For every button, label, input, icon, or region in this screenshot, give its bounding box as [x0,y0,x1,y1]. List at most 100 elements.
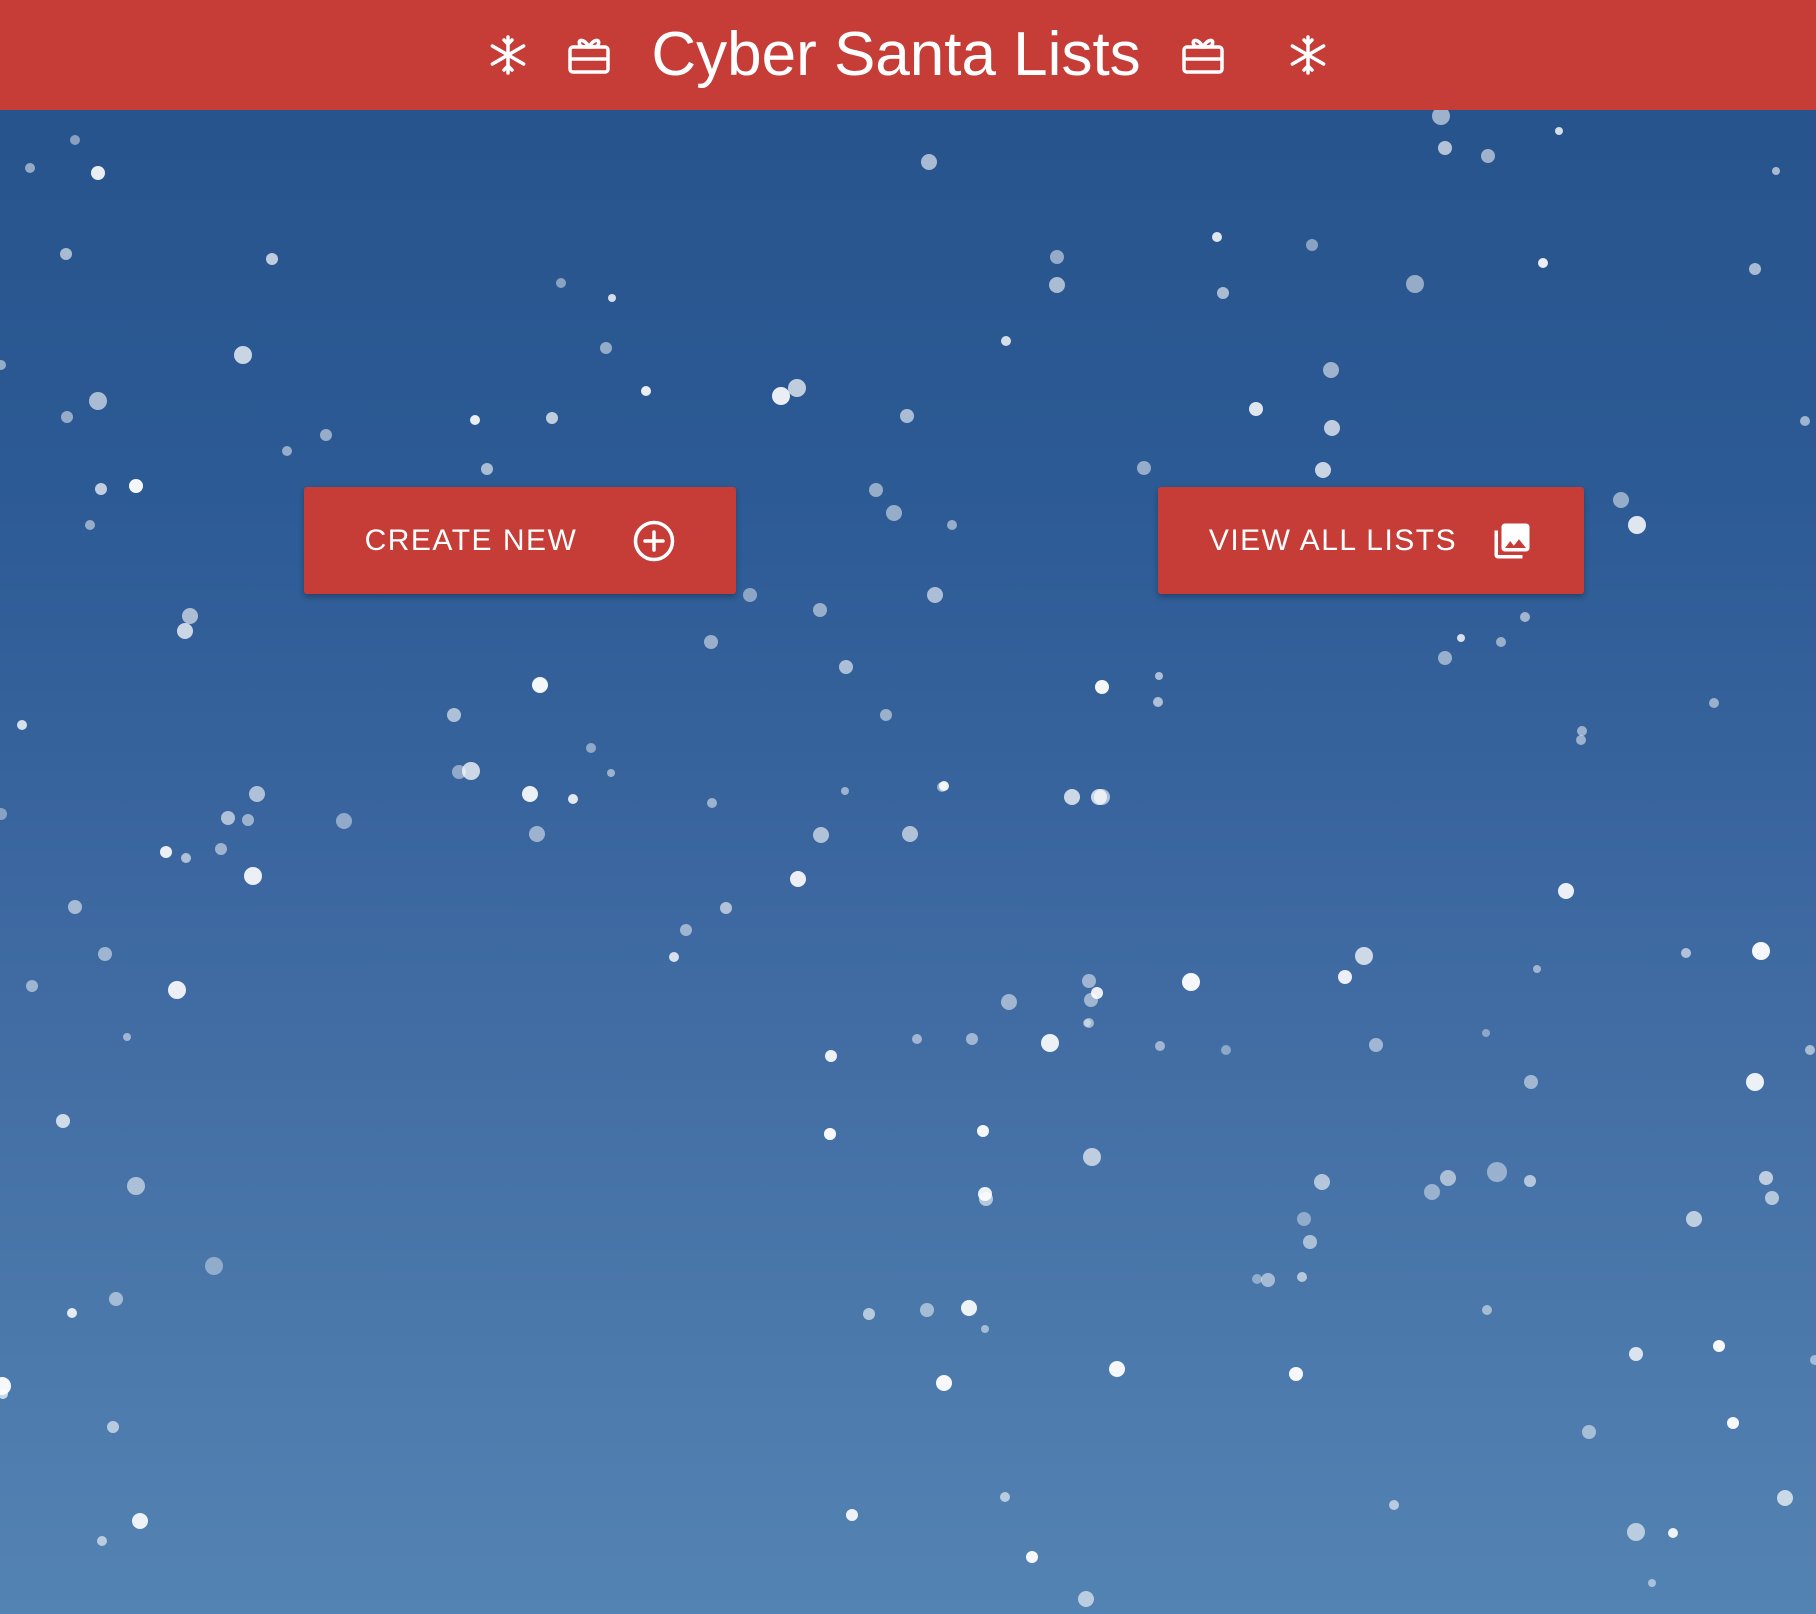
snowflake-dot [608,294,616,302]
snowflake-dot [70,135,80,145]
snowflake-dot [1668,1528,1678,1538]
snowflake-dot [869,483,883,497]
page: Cyber Santa Lists CREATE NEW VIEW ALL LI… [0,0,1816,1614]
snowflake-dot [1155,672,1163,680]
page-title: Cyber Santa Lists [651,20,1141,89]
snowflake-dot [1558,883,1574,899]
snowflake-dot [529,826,545,842]
snowflake-dot [1424,1184,1440,1200]
snowflake-dot [447,708,461,722]
snowflake-dot [1001,336,1011,346]
gift-icon [1181,35,1225,75]
add-circle-icon [633,520,675,562]
snowflake-dot [129,479,143,493]
snowflake-dot [707,798,717,808]
snowflake-dot [1800,416,1810,426]
photo-library-icon [1491,520,1533,562]
snowflake-dot [586,743,596,753]
snowflake-dot [886,505,902,521]
snowflake-dot [1049,277,1065,293]
snowflake-dot [979,1192,993,1206]
snowflake-dot [1221,1045,1231,1055]
create-new-button[interactable]: CREATE NEW [304,487,736,594]
snowflake-dot [1613,492,1629,508]
snowflake-dot [1810,1355,1816,1365]
snowflake-dot [927,587,943,603]
snowflake-dot [1083,1148,1101,1166]
snowflake-dot [1155,1041,1165,1051]
snowflake-dot [846,1509,858,1521]
snowflake-dot [1323,362,1339,378]
snowflake-dot [266,253,278,265]
snowflake-dot [168,981,186,999]
snowflake-dot [1355,947,1373,965]
snowflake-dot [1297,1272,1307,1282]
snowflake-dot [244,867,262,885]
snowflake-dot [109,1292,123,1306]
snowflake-dot [68,900,82,914]
snowflake-dot [0,360,6,370]
snowflake-dot [1109,1361,1125,1377]
snowflake-dot [1000,1492,1010,1502]
snowflake-dot [1533,965,1541,973]
snowflake-dot [97,1536,107,1546]
snowflake-dot [452,765,466,779]
snowflake-dot [912,1034,922,1044]
snowflake-dot [1524,1075,1538,1089]
snowflake-dot [91,166,105,180]
snowflake-dot [825,1050,837,1062]
snowflake-icon [487,34,529,76]
snowflake-dot [921,154,937,170]
snowflake-dot [1091,789,1107,805]
snowflake-dot [839,660,853,674]
snowflake-dot [900,409,914,423]
snowflake-dot [1261,1273,1275,1287]
snowflake-dot [1289,1367,1303,1381]
snowflake-dot [522,786,538,802]
snowfall-background [0,107,1816,1607]
snowflake-dot [813,827,829,843]
snowflake-dot [0,808,7,820]
snowflake-dot [25,163,35,173]
snowflake-dot [1153,697,1163,707]
view-all-lists-button[interactable]: VIEW ALL LISTS [1158,487,1584,594]
snowflake-dot [1438,141,1452,155]
snowflake-dot [127,1177,145,1195]
snowflake-dot [182,608,198,624]
snowflake-dot [1297,1212,1311,1226]
snowflake-dot [1001,994,1017,1010]
snowflake-dot [181,853,191,863]
snowflake-dot [26,980,38,992]
snowflake-dot [1681,948,1691,958]
snowflake-dot [1555,127,1563,135]
snowflake-dot [1805,1045,1815,1055]
snowflake-dot [160,846,172,858]
snowflake-dot [177,623,193,639]
snowflake-dot [1406,275,1424,293]
snowflake-dot [680,924,692,936]
snowflake-dot [17,720,27,730]
snowflake-dot [1749,263,1761,275]
snowflake-dot [1306,239,1318,251]
snowflake-dot [1496,637,1506,647]
snowflake-dot [568,794,578,804]
snowflake-dot [977,1125,989,1137]
snowflake-dot [880,709,892,721]
snowflake-dot [1440,1170,1456,1186]
snowflake-dot [1520,612,1530,622]
snowflake-dot [841,787,849,795]
snowflake-dot [720,902,732,914]
snowflake-dot [282,446,292,456]
snowflake-dot [1628,516,1646,534]
snowflake-dot [234,346,252,364]
snowflake-dot [1064,789,1080,805]
snowflake-dot [61,411,73,423]
snowflake-dot [249,786,265,802]
snowflake-dot [1709,698,1719,708]
snowflake-dot [813,603,827,617]
snowflake-icon [1287,34,1329,76]
snowflake-dot [1627,1523,1645,1541]
snowflake-dot [1324,420,1340,436]
snowflake-dot [936,1375,952,1391]
snowflake-dot [947,520,957,530]
